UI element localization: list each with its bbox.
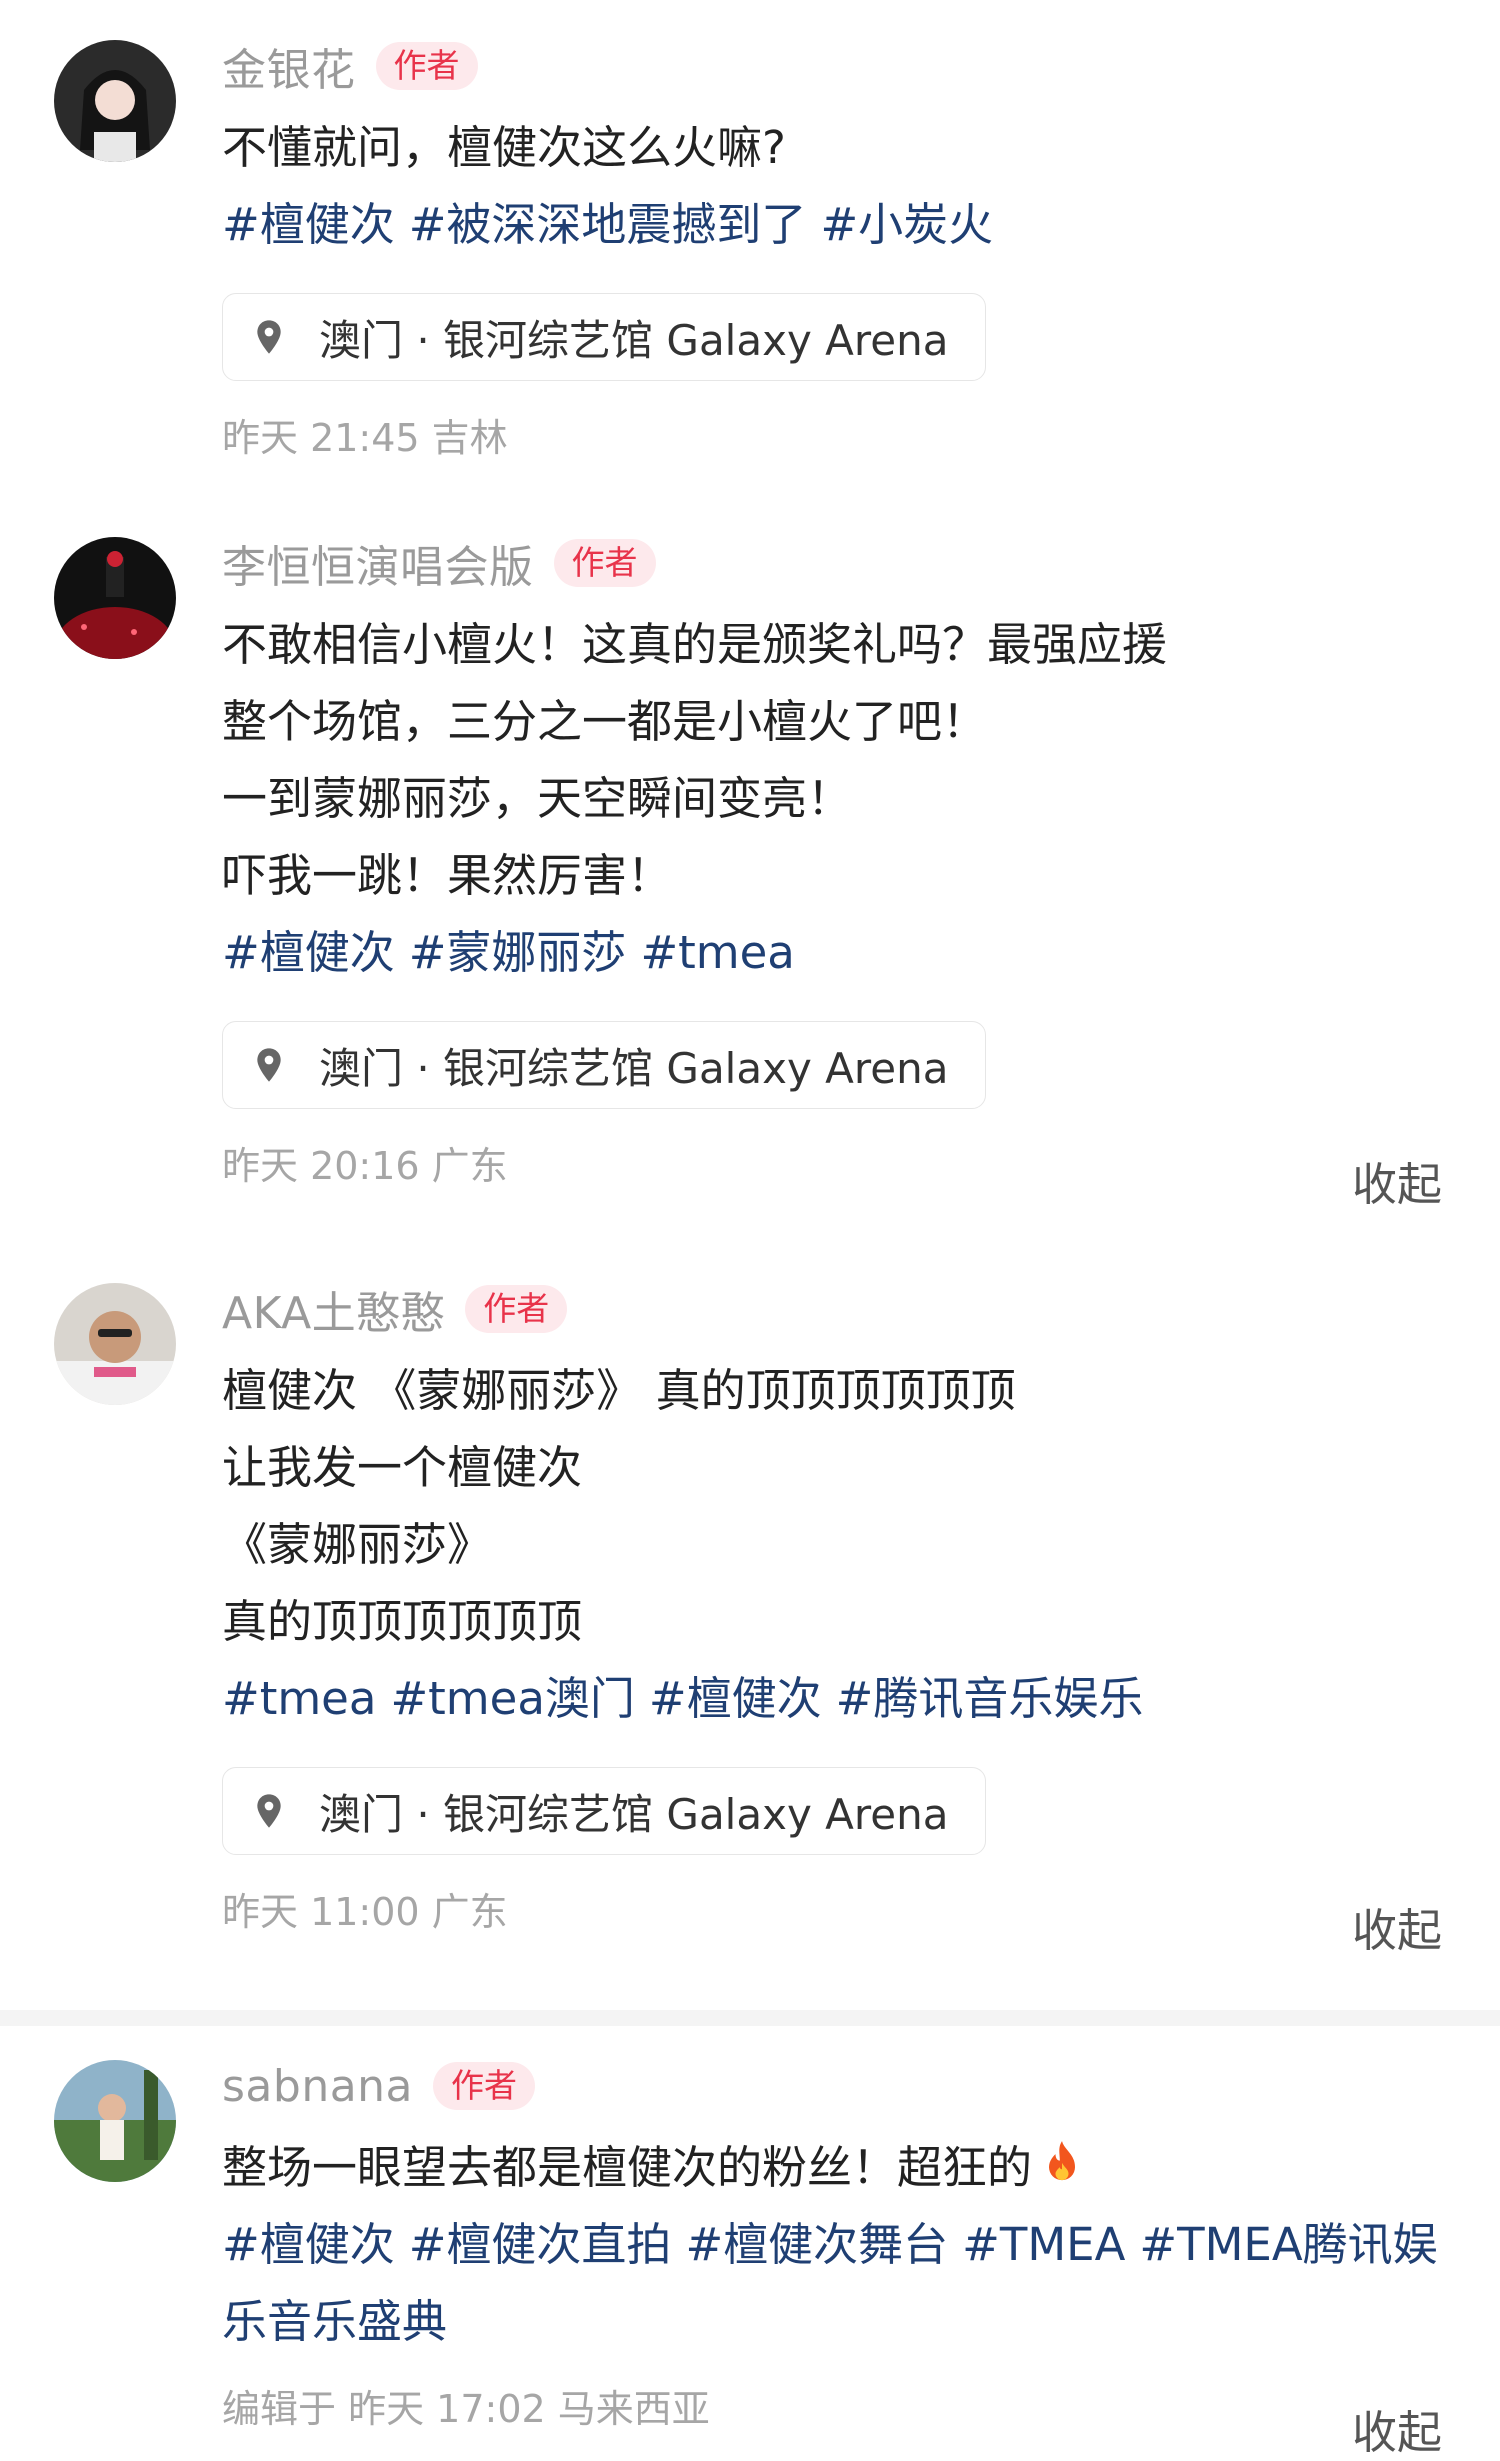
hashtag[interactable]: #檀健次 xyxy=(222,2218,395,2271)
hashtag[interactable]: #蒙娜丽莎 xyxy=(409,926,627,979)
post-text: 不敢相信小檀火！这真的是颁奖礼吗？最强应援 xyxy=(222,618,1168,671)
post-text: 不懂就问，檀健次这么火嘛? xyxy=(222,121,786,174)
collapse-button[interactable]: 收起 xyxy=(1352,1894,1442,1959)
hashtag[interactable]: #被深深地震撼到了 xyxy=(409,198,807,251)
location-chip[interactable]: 澳门 · 银河综艺馆 Galaxy Arena xyxy=(222,1021,986,1109)
author-badge: 作者 xyxy=(375,42,478,90)
hashtag[interactable]: #tmea澳门 xyxy=(390,1672,634,1725)
post-text: 吓我一跳！果然厉害！ xyxy=(222,849,673,902)
hashtag[interactable]: #TMEA xyxy=(962,2218,1125,2271)
fire-icon xyxy=(1049,2141,1076,2181)
location-label: 澳门 · 银河综艺馆 Galaxy Arena xyxy=(319,315,949,365)
location-label: 澳门 · 银河综艺馆 Galaxy Arena xyxy=(319,1043,949,1093)
hashtag[interactable]: #檀健次直拍 xyxy=(409,2218,672,2271)
hashtag-list: #檀健次 #被深深地震撼到了 #小炭火 xyxy=(222,186,1440,263)
author-name[interactable]: AKA土憨憨 xyxy=(222,1277,445,1341)
post-text: 让我发一个檀健次 xyxy=(222,1441,583,1494)
post-text: 整场一眼望去都是檀健次的粉丝！超狂的 xyxy=(222,2129,1440,2206)
avatar[interactable] xyxy=(54,537,176,659)
post-text: 整个场馆，三分之一都是小檀火了吧！ xyxy=(222,695,988,748)
hashtag-list: #檀健次 #蒙娜丽莎 #tmea xyxy=(222,914,1440,991)
post-meta: 编辑于 昨天 17:02 马来西亚 xyxy=(222,2387,710,2431)
avatar[interactable] xyxy=(54,2060,176,2182)
location-chip[interactable]: 澳门 · 银河综艺馆 Galaxy Arena xyxy=(222,1767,986,1855)
hashtag[interactable]: #tmea xyxy=(222,1672,376,1725)
post-text: 檀健次 《蒙娜丽莎》 真的顶顶顶顶顶顶 xyxy=(222,1364,1016,1417)
hashtag-list: #檀健次 #檀健次直拍 #檀健次舞台 #TMEA #TMEA腾讯娱乐音乐盛典 xyxy=(222,2206,1452,2360)
author-name[interactable]: sabnana xyxy=(222,2061,413,2112)
location-label: 澳门 · 银河综艺馆 Galaxy Arena xyxy=(319,1789,949,1839)
post-text: 《蒙娜丽莎》 xyxy=(222,1518,493,1571)
hashtag[interactable]: #腾讯音乐娱乐 xyxy=(836,1672,1144,1725)
hashtag[interactable]: #檀健次 xyxy=(222,926,395,979)
post-text-content: 整场一眼望去都是檀健次的粉丝！超狂的 xyxy=(222,2141,1033,2194)
avatar[interactable] xyxy=(54,40,176,162)
post-meta: 昨天 21:45 吉林 xyxy=(222,416,508,460)
hashtag[interactable]: #檀健次 xyxy=(649,1672,822,1725)
section-divider xyxy=(0,2010,1500,2026)
author-badge: 作者 xyxy=(553,539,656,587)
location-pin-icon xyxy=(257,320,281,354)
hashtag-list: #tmea #tmea澳门 #檀健次 #腾讯音乐娱乐 xyxy=(222,1660,1440,1737)
location-pin-icon xyxy=(257,1794,281,1828)
author-name[interactable]: 金银花 xyxy=(222,34,356,98)
hashtag[interactable]: #檀健次 xyxy=(222,198,395,251)
collapse-button[interactable]: 收起 xyxy=(1352,2396,1442,2461)
post-meta: 昨天 11:00 广东 xyxy=(222,1890,508,1934)
author-badge: 作者 xyxy=(433,2062,536,2110)
hashtag[interactable]: #tmea xyxy=(640,926,794,979)
location-pin-icon xyxy=(257,1048,281,1082)
hashtag[interactable]: #小炭火 xyxy=(820,198,993,251)
author-badge: 作者 xyxy=(465,1285,568,1333)
post-text: 一到蒙娜丽莎，天空瞬间变亮！ xyxy=(222,772,853,825)
author-name[interactable]: 李恒恒演唱会版 xyxy=(222,531,534,595)
collapse-button[interactable]: 收起 xyxy=(1352,1148,1442,1213)
avatar[interactable] xyxy=(54,1283,176,1405)
post-meta: 昨天 20:16 广东 xyxy=(222,1144,508,1188)
location-chip[interactable]: 澳门 · 银河综艺馆 Galaxy Arena xyxy=(222,293,986,381)
hashtag[interactable]: #檀健次舞台 xyxy=(685,2218,948,2271)
post-text: 真的顶顶顶顶顶顶 xyxy=(222,1595,583,1648)
